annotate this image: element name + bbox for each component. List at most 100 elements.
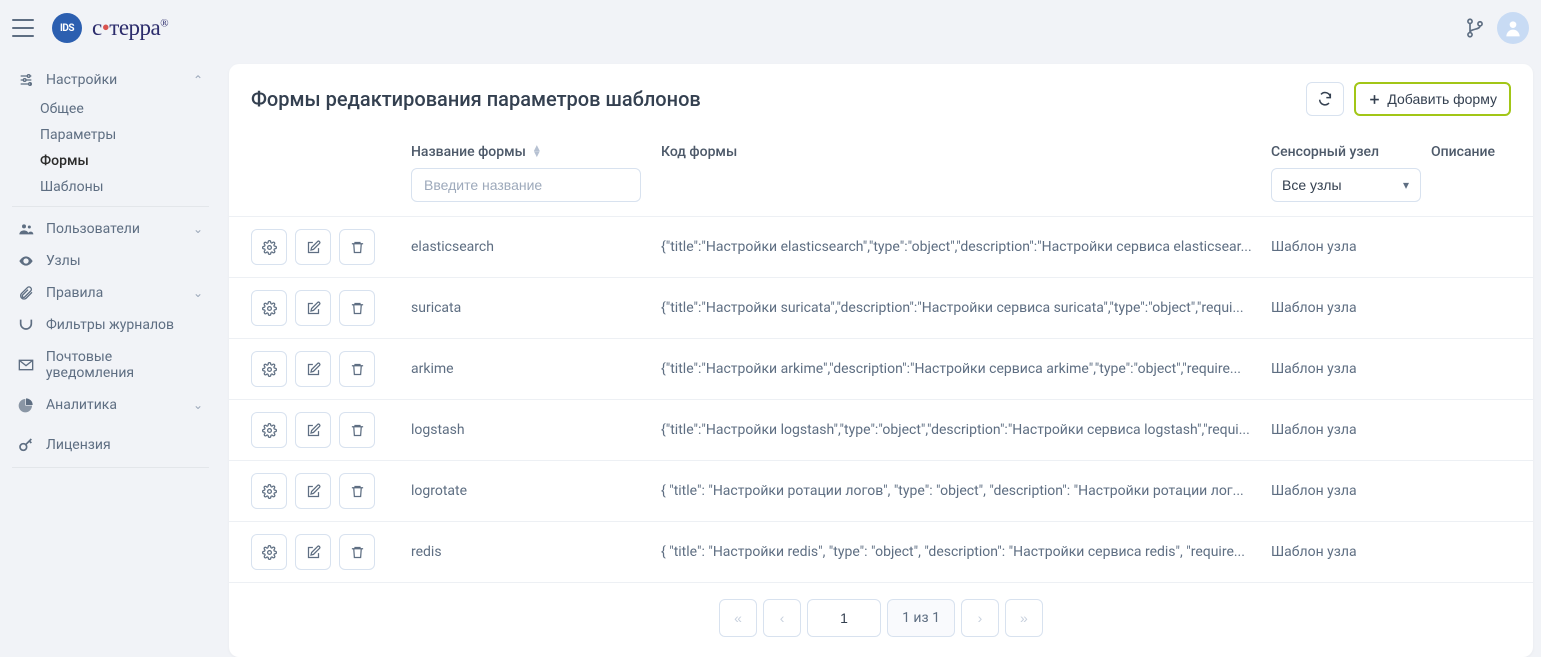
col-code: Код формы <box>661 144 1271 160</box>
cell-node: Шаблон узла <box>1271 239 1431 255</box>
cell-node: Шаблон узла <box>1271 483 1431 499</box>
row-delete-button[interactable] <box>339 351 375 387</box>
key-icon <box>18 437 36 453</box>
row-settings-button[interactable] <box>251 290 287 326</box>
sort-icon: ▲▼ <box>532 146 542 158</box>
table-row: arkime{"title":"Настройки arkime","descr… <box>229 339 1533 400</box>
cell-name: suricata <box>411 300 661 316</box>
sidebar-label: Лицензия <box>46 437 111 453</box>
edit-icon <box>306 423 321 438</box>
page-title: Формы редактирования параметров шаблонов <box>251 87 701 111</box>
row-edit-button[interactable] <box>295 473 331 509</box>
table-row: elasticsearch{"title":"Настройки elastic… <box>229 217 1533 278</box>
row-settings-button[interactable] <box>251 534 287 570</box>
pagination: « ‹ 1 из 1 › » <box>229 582 1533 657</box>
avatar[interactable] <box>1497 12 1529 44</box>
page-prev-button[interactable]: ‹ <box>763 599 801 637</box>
chevron-down-icon: ⌄ <box>193 398 203 412</box>
row-settings-button[interactable] <box>251 473 287 509</box>
git-branch-icon[interactable] <box>1465 18 1485 38</box>
edit-icon <box>306 301 321 316</box>
paperclip-icon <box>18 285 36 301</box>
cell-node: Шаблон узла <box>1271 544 1431 560</box>
sidebar-sub-params[interactable]: Параметры <box>12 122 209 148</box>
trash-icon <box>350 423 365 438</box>
page-info: 1 из 1 <box>887 599 955 637</box>
sidebar-item-license[interactable]: Лицензия <box>12 429 209 461</box>
row-edit-button[interactable] <box>295 290 331 326</box>
cell-code: { "title": "Настройки redis", "type": "o… <box>661 544 1271 560</box>
sidebar-item-nodes[interactable]: Узлы <box>12 245 209 277</box>
row-settings-button[interactable] <box>251 229 287 265</box>
trash-icon <box>350 301 365 316</box>
row-delete-button[interactable] <box>339 290 375 326</box>
trash-icon <box>350 240 365 255</box>
row-delete-button[interactable] <box>339 534 375 570</box>
filter-node-select[interactable]: Все узлы <box>1271 168 1421 202</box>
row-edit-button[interactable] <box>295 534 331 570</box>
sidebar-sub-forms[interactable]: Формы <box>12 148 209 174</box>
table-row: logstash{"title":"Настройки logstash","t… <box>229 400 1533 461</box>
add-form-button[interactable]: Добавить форму <box>1354 82 1511 116</box>
sidebar-label: Правила <box>46 285 103 301</box>
col-desc: Описание <box>1431 144 1511 160</box>
table-header: Название формы ▲▼ Код формы Сенсорный уз… <box>229 134 1533 217</box>
row-delete-button[interactable] <box>339 229 375 265</box>
logo-badge: IDS <box>52 13 82 43</box>
row-settings-button[interactable] <box>251 412 287 448</box>
page-first-button[interactable]: « <box>719 599 757 637</box>
gear-icon <box>262 423 277 438</box>
row-edit-button[interactable] <box>295 351 331 387</box>
edit-icon <box>306 362 321 377</box>
sidebar-item-filters[interactable]: Фильтры журналов <box>12 309 209 341</box>
filter-icon <box>18 317 36 333</box>
sidebar-item-mail[interactable]: Почтовые уведомления <box>12 341 209 389</box>
menu-toggle-icon[interactable] <box>12 19 34 37</box>
sidebar-item-analytics[interactable]: Аналитика ⌄ <box>12 389 209 421</box>
row-settings-button[interactable] <box>251 351 287 387</box>
sidebar-label: Пользователи <box>46 221 140 237</box>
cell-node: Шаблон узла <box>1271 361 1431 377</box>
page-next-button[interactable]: › <box>961 599 999 637</box>
row-edit-button[interactable] <box>295 412 331 448</box>
cell-name: redis <box>411 544 661 560</box>
sidebar-item-settings[interactable]: Настройки ⌃ <box>12 64 209 96</box>
cell-node: Шаблон узла <box>1271 300 1431 316</box>
edit-icon <box>306 545 321 560</box>
gear-icon <box>262 301 277 316</box>
cell-name: arkime <box>411 361 661 377</box>
topbar: IDS с•терра® <box>0 0 1541 56</box>
add-form-label: Добавить форму <box>1387 91 1497 107</box>
cell-name: logrotate <box>411 483 661 499</box>
plus-icon <box>1368 93 1381 106</box>
col-name[interactable]: Название формы ▲▼ <box>411 144 661 160</box>
gear-icon <box>262 545 277 560</box>
filter-name-input[interactable] <box>411 168 641 202</box>
sidebar-label: Аналитика <box>46 397 117 413</box>
row-delete-button[interactable] <box>339 473 375 509</box>
sidebar-sub-general[interactable]: Общее <box>12 96 209 122</box>
page-last-button[interactable]: » <box>1005 599 1043 637</box>
logo[interactable]: IDS с•терра® <box>52 13 168 43</box>
cell-name: elasticsearch <box>411 239 661 255</box>
sidebar-item-users[interactable]: Пользователи ⌄ <box>12 213 209 245</box>
row-delete-button[interactable] <box>339 412 375 448</box>
cell-name: logstash <box>411 422 661 438</box>
row-edit-button[interactable] <box>295 229 331 265</box>
chevron-down-icon: ⌄ <box>193 222 203 236</box>
sidebar-sub-templates[interactable]: Шаблоны <box>12 174 209 200</box>
cell-code: { "title": "Настройки ротации логов", "t… <box>661 483 1271 499</box>
refresh-button[interactable] <box>1306 82 1344 116</box>
sidebar: Настройки ⌃ Общее Параметры Формы Шаблон… <box>0 56 221 595</box>
cell-code: {"title":"Настройки arkime","description… <box>661 361 1271 377</box>
col-node: Сенсорный узел <box>1271 144 1431 160</box>
refresh-icon <box>1317 91 1333 107</box>
sidebar-item-rules[interactable]: Правила ⌄ <box>12 277 209 309</box>
page-current-input[interactable] <box>807 599 881 637</box>
eye-icon <box>18 253 36 269</box>
sidebar-label: Фильтры журналов <box>46 317 174 333</box>
sidebar-label: Узлы <box>46 253 81 269</box>
table-row: redis{ "title": "Настройки redis", "type… <box>229 522 1533 582</box>
trash-icon <box>350 362 365 377</box>
gear-icon <box>262 484 277 499</box>
